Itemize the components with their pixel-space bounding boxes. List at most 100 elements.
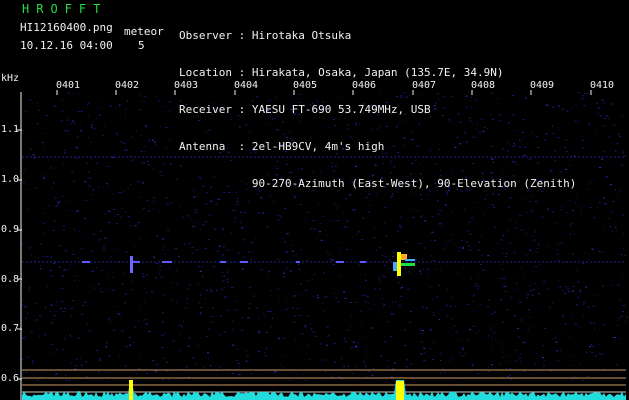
noise-speck bbox=[415, 259, 418, 261]
noise-speck bbox=[600, 115, 603, 117]
noise-speck bbox=[120, 216, 122, 218]
noise-speck bbox=[272, 317, 273, 319]
noise-speck bbox=[24, 336, 26, 338]
noise-speck bbox=[22, 182, 25, 184]
noise-speck bbox=[65, 380, 68, 382]
noise-speck bbox=[71, 120, 73, 122]
station-value: 2el-HB9CV, 4m's high bbox=[251, 140, 385, 153]
noise-speck bbox=[578, 92, 580, 93]
noise-speck bbox=[466, 304, 469, 305]
noise-speck bbox=[134, 326, 136, 328]
noise-speck bbox=[480, 234, 482, 236]
noise-speck bbox=[609, 373, 611, 375]
noise-speck bbox=[461, 340, 463, 342]
noise-speck bbox=[621, 315, 623, 317]
noise-speck bbox=[106, 342, 108, 344]
noise-speck bbox=[162, 312, 164, 314]
noise-speck bbox=[487, 366, 489, 368]
noise-speck bbox=[237, 363, 240, 365]
noise-speck bbox=[124, 365, 127, 367]
noise-speck bbox=[515, 221, 516, 223]
noise-speck bbox=[331, 259, 334, 261]
noise-speck bbox=[160, 276, 163, 278]
noise-speck bbox=[611, 103, 614, 105]
noise-speck bbox=[118, 104, 121, 106]
noise-speck bbox=[376, 250, 377, 252]
noise-speck bbox=[474, 285, 477, 287]
noise-speck bbox=[97, 283, 100, 285]
noise-speck bbox=[404, 329, 406, 331]
noise-speck bbox=[589, 322, 592, 324]
noise-speck bbox=[63, 268, 66, 270]
noise-speck bbox=[304, 325, 307, 327]
noise-speck bbox=[169, 101, 171, 103]
noise-speck bbox=[156, 235, 159, 237]
noise-speck bbox=[72, 120, 74, 121]
noise-speck bbox=[169, 110, 171, 112]
noise-speck bbox=[596, 207, 598, 209]
noise-speck bbox=[134, 225, 137, 227]
noise-speck bbox=[73, 93, 75, 95]
noise-speck bbox=[344, 341, 347, 343]
noise-speck bbox=[382, 255, 384, 256]
noise-speck bbox=[380, 355, 383, 357]
noise-speck bbox=[478, 330, 480, 332]
noise-speck bbox=[144, 287, 146, 289]
station-label: Observer bbox=[179, 29, 232, 42]
noise-speck bbox=[337, 301, 340, 303]
noise-speck bbox=[117, 214, 120, 215]
noise-speck bbox=[363, 361, 365, 363]
noise-speck bbox=[205, 298, 207, 300]
noise-speck bbox=[622, 233, 624, 235]
noise-speck bbox=[110, 256, 112, 257]
noise-speck bbox=[363, 294, 366, 296]
noise-speck bbox=[423, 348, 426, 349]
noise-speck bbox=[393, 362, 396, 364]
noise-speck bbox=[278, 298, 280, 300]
noise-speck bbox=[205, 335, 208, 337]
noise-speck bbox=[543, 327, 546, 329]
noise-speck bbox=[380, 280, 381, 282]
noise-speck bbox=[617, 133, 620, 135]
noise-speck bbox=[140, 134, 142, 136]
noise-speck bbox=[66, 260, 68, 262]
noise-speck bbox=[253, 295, 256, 297]
noise-speck bbox=[75, 211, 77, 213]
noise-speck bbox=[612, 284, 614, 286]
noise-speck bbox=[451, 234, 453, 236]
noise-speck bbox=[87, 171, 90, 173]
noise-speck bbox=[387, 359, 390, 361]
noise-speck bbox=[155, 370, 158, 372]
noise-speck bbox=[389, 259, 391, 261]
noise-speck bbox=[434, 239, 436, 241]
noise-speck bbox=[51, 186, 53, 188]
noise-speck bbox=[221, 288, 224, 290]
noise-speck bbox=[558, 287, 560, 289]
noise-speck bbox=[291, 250, 294, 252]
noise-speck bbox=[216, 289, 219, 291]
noise-speck bbox=[473, 294, 476, 296]
noise-speck bbox=[67, 269, 69, 270]
noise-speck bbox=[104, 237, 107, 239]
noise-speck bbox=[27, 154, 29, 156]
noise-speck bbox=[240, 223, 242, 224]
noise-speck bbox=[506, 361, 508, 362]
noise-speck bbox=[34, 157, 36, 159]
noise-speck bbox=[477, 373, 480, 374]
noise-speck bbox=[462, 348, 465, 350]
noise-speck bbox=[231, 286, 234, 288]
noise-speck bbox=[514, 360, 517, 362]
noise-speck bbox=[431, 359, 434, 360]
noise-speck bbox=[227, 309, 229, 311]
noise-speck bbox=[520, 353, 522, 355]
noise-speck bbox=[568, 291, 571, 292]
noise-speck bbox=[313, 228, 316, 230]
station-info: Observer : Hirotaka Otsuka Location : Hi… bbox=[179, 5, 576, 214]
noise-speck bbox=[169, 140, 171, 141]
noise-speck bbox=[211, 321, 214, 323]
noise-speck bbox=[564, 323, 567, 325]
noise-speck bbox=[80, 130, 83, 132]
noise-speck bbox=[101, 291, 103, 293]
noise-speck bbox=[516, 237, 518, 239]
noise-speck bbox=[120, 192, 122, 194]
